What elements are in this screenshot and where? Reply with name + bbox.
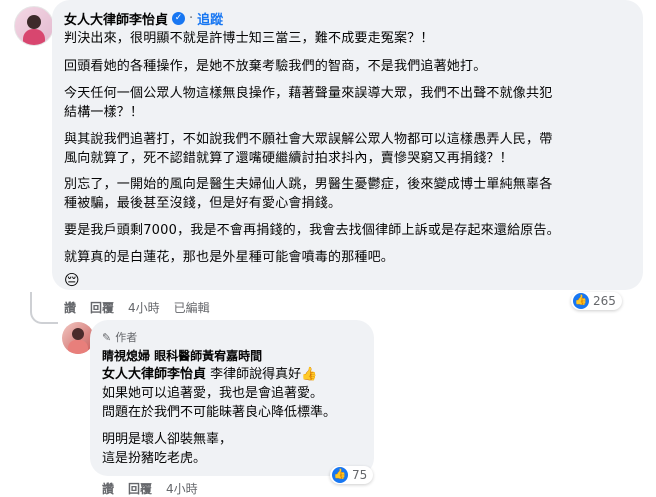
author-badge-label: 作者 — [115, 331, 138, 344]
thumbs-up-icon: 👍 — [332, 467, 348, 483]
reply-line: 這是扮豬吃老虎。 — [102, 451, 207, 466]
reaction-count-value: 265 — [593, 294, 616, 308]
avatar-head-shape — [72, 328, 84, 340]
follow-button[interactable]: 追蹤 — [197, 9, 223, 28]
sad-emoji-icon: 😔 — [64, 271, 80, 289]
reaction-count-value: 75 — [352, 468, 368, 482]
reply-line-text: 李律師說得真好👍 — [210, 367, 318, 382]
like-button[interactable]: 讚 — [64, 299, 76, 316]
comment-paragraph: 回頭看她的各種操作，是她不放棄考驗我們的智商，不是我們追著她打。 — [64, 59, 487, 74]
comment-paragraph: 就算真的是白蓮花，那也是外星種可能會噴毒的那種吧。 — [64, 250, 395, 265]
comment-paragraph: 要是我戶頭剩7000，我是不會再捐錢的，我會去找個律師上訴或是存起來還給原告。 — [64, 223, 560, 238]
reply-button[interactable]: 回覆 — [128, 480, 152, 497]
comment-paragraph: 判決出來，很明顯不就是許博士知三當三，難不成要走冤案？！ — [64, 31, 434, 46]
comment-reaction-count[interactable]: 👍 265 — [571, 292, 622, 310]
comment-paragraph: 與其說我們追著打，不如說我們不願社會大眾誤解公眾人物都可以這樣愚弄人民，帶 風向… — [64, 132, 553, 166]
comment-paragraph: 別忘了，一開始的風向是醫生夫婦仙人跳，男醫生憂鬱症，後來變成博士單純無辜各 種被… — [64, 177, 553, 211]
avatar-head-shape — [27, 15, 41, 29]
reply-line: 如果她可以追著愛，我也是會追著愛。 — [102, 386, 324, 401]
reply-thread-line — [30, 292, 58, 324]
pen-icon: ✎ — [102, 330, 112, 344]
author-badge: ✎ 作者 — [102, 329, 137, 345]
edited-label[interactable]: 已編輯 — [174, 299, 210, 316]
reply-line: 問題在於我們不可能昧著良心降低標準。 — [102, 405, 337, 420]
mentioned-user-tag[interactable]: 女人大律師李怡貞 — [102, 367, 206, 382]
timestamp[interactable]: 4小時 — [166, 480, 198, 497]
reply-actions: 讚 回覆 4小時 — [102, 480, 198, 497]
thumbs-up-icon: 👍 — [573, 293, 589, 309]
comment-actions: 讚 回覆 4小時 已編輯 — [64, 299, 210, 316]
avatar-body-shape — [68, 340, 88, 354]
comment-author-name[interactable]: 女人大律師李怡貞 — [64, 9, 168, 28]
verified-badge-icon: ✓ — [172, 12, 186, 25]
reply-reaction-count[interactable]: 👍 75 — [330, 466, 374, 484]
reply-button[interactable]: 回覆 — [90, 299, 114, 316]
commenter-avatar[interactable] — [14, 6, 54, 46]
reply-bubble: ✎ 作者 睛視熄婦 眼科醫師黃宥嘉時間 女人大律師李怡貞 李律師說得真好👍 如果… — [90, 320, 374, 476]
reply-author-name[interactable]: 睛視熄婦 眼科醫師黃宥嘉時間 — [102, 347, 262, 364]
timestamp[interactable]: 4小時 — [128, 299, 160, 316]
reply-line: 明明是壞人卻裝無辜， — [102, 432, 233, 447]
comment-header: 女人大律師李怡貞 ✓ · 追蹤 — [64, 9, 223, 28]
like-button[interactable]: 讚 — [102, 480, 114, 497]
comment-bubble: 女人大律師李怡貞 ✓ · 追蹤 判決出來，很明顯不就是許博士知三當三，難不成要走… — [52, 0, 643, 290]
separator-dot: · — [189, 11, 194, 26]
avatar-body-shape — [23, 29, 45, 45]
comment-paragraph: 今天任何一個公眾人物這樣無良操作，藉著聲量來誤導大眾，我們不出聲不就像共犯 結構… — [64, 86, 553, 120]
reply-first-line: 女人大律師李怡貞 李律師說得真好👍 — [102, 365, 372, 384]
